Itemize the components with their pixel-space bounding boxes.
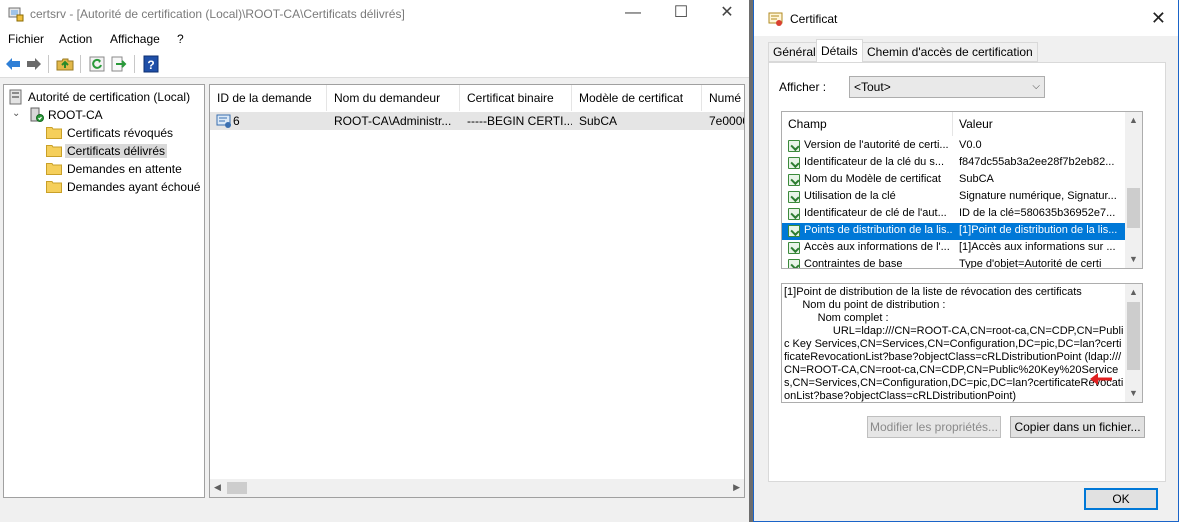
red-arrow-annotation [1090,373,1112,385]
certificate-dialog: Certificat ✕ Général Détails Chemin d'ac… [753,0,1179,522]
cell-serial: 7e0000 [709,114,744,128]
list-item-selected[interactable]: Points de distribution de la lis... [1]Po… [782,223,1126,240]
back-arrow-icon[interactable] [4,55,22,73]
certificate-field-icon [788,174,800,186]
export-list-icon[interactable] [110,55,128,73]
up-folder-icon[interactable] [56,55,74,73]
certificate-field-icon [788,225,800,237]
certificate-field-icon [788,191,800,203]
value-vertical-scrollbar[interactable]: ▲ ▼ [1125,284,1142,402]
column-header-value[interactable]: Valeur [953,112,1126,136]
list-item[interactable]: Contraintes de base Type d'objet=Autorité… [782,257,1126,268]
column-header-binary-cert[interactable]: Certificat binaire [460,85,572,111]
window-title: certsrv - [Autorité de certification (Lo… [30,7,405,21]
toolbar-separator [80,55,81,73]
ca-console-icon [9,89,22,105]
list-item[interactable]: Accès aux informations de l'... [1]Accès … [782,240,1126,257]
console-tree: Autorité de certification (Local) ⌄ ROOT… [3,84,205,498]
certificate-field-icon [788,157,800,169]
column-header-field[interactable]: Champ [782,112,953,136]
column-header-serial[interactable]: Numé [702,85,744,111]
value-text: [1]Point de distribution de la liste de … [784,286,1124,402]
cell-request-id: 6 [233,114,240,128]
certificate-field-icon [788,208,800,220]
scroll-up-icon[interactable]: ▲ [1125,284,1142,301]
tree-item-label: Demandes ayant échoué [67,180,201,194]
menu-action[interactable]: Action [59,32,92,46]
tree-item-label: Certificats révoqués [67,126,174,140]
toolbar-separator [48,55,49,73]
ok-button[interactable]: OK [1084,488,1158,510]
scroll-down-icon[interactable]: ▼ [1125,251,1142,268]
tab-details[interactable]: Détails [816,39,863,63]
menu-bar: Fichier Action Affichage ? [0,28,749,50]
list-item[interactable]: Nom du Modèle de certificat SubCA [782,172,1126,189]
folder-icon [46,181,62,193]
refresh-icon[interactable] [88,55,106,73]
horizontal-scrollbar[interactable]: ◀ ▶ [210,479,744,497]
maximize-button[interactable]: ☐ [658,0,704,28]
toolbar: ? [0,50,749,78]
tab-certification-path[interactable]: Chemin d'accès de certification [862,42,1038,62]
tree-item-label: Certificats délivrés [65,144,168,158]
forward-arrow-icon[interactable] [25,55,43,73]
tab-general[interactable]: Général [768,42,821,62]
certificate-icon [768,12,783,26]
scrollbar-thumb[interactable] [1127,302,1140,370]
certsrv-window: certsrv - [Autorité de certification (Lo… [0,0,749,522]
fields-list: Champ Valeur Version de l'autorité de ce… [781,111,1143,269]
certificate-list: ID de la demande Nom du demandeur Certif… [209,84,745,498]
minimize-button[interactable]: — [610,0,656,28]
cell-binary-cert: -----BEGIN CERTI... [467,114,572,128]
scrollbar-thumb[interactable] [1127,188,1140,228]
help-icon[interactable]: ? [142,55,160,73]
menu-affichage[interactable]: Affichage [110,32,160,46]
details-panel: Afficher : <Tout> ⌵ Champ Valeur Version… [768,62,1166,482]
ca-server-icon [30,107,44,122]
folder-icon [46,145,62,157]
scroll-up-icon[interactable]: ▲ [1125,112,1142,129]
show-select-value: <Tout> [854,80,891,94]
menu-help[interactable]: ? [177,32,184,46]
list-item[interactable]: Identificateur de clé de l'aut... ID de l… [782,206,1126,223]
svg-text:?: ? [147,58,154,72]
cell-template: SubCA [579,114,618,128]
cell-requester: ROOT-CA\Administr... [334,114,452,128]
certsrv-app-icon [8,7,24,22]
certificate-field-icon [788,242,800,254]
menu-fichier[interactable]: Fichier [8,32,44,46]
list-item[interactable]: Version de l'autorité de certi... V0.0 [782,138,1126,155]
column-header-requester[interactable]: Nom du demandeur [327,85,460,111]
folder-icon [46,163,62,175]
show-label: Afficher : [779,80,827,94]
close-icon[interactable]: ✕ [1151,8,1166,29]
tree-item-label: Demandes en attente [67,162,182,176]
tree-root-label: Autorité de certification (Local) [28,90,191,104]
title-bar: certsrv - [Autorité de certification (Lo… [0,0,749,28]
scroll-down-icon[interactable]: ▼ [1125,385,1142,402]
scroll-left-icon[interactable]: ◀ [214,482,221,493]
show-select[interactable]: <Tout> ⌵ [849,76,1045,98]
close-button[interactable]: ✕ [704,0,750,28]
expand-chevron-icon[interactable]: ⌄ [12,108,20,119]
scroll-right-icon[interactable]: ▶ [733,482,740,493]
scrollbar-thumb[interactable] [227,482,247,494]
folder-icon [46,127,62,139]
toolbar-separator [134,55,135,73]
dialog-title-bar: Certificat ✕ [754,0,1178,36]
value-textbox[interactable]: [1]Point de distribution de la liste de … [781,283,1143,403]
column-header-request-id[interactable]: ID de la demande [210,85,327,111]
edit-properties-button[interactable]: Modifier les propriétés... [867,416,1001,438]
certificate-field-icon [788,259,800,268]
list-item[interactable]: Utilisation de la clé Signature numérique… [782,189,1126,206]
list-item[interactable]: Identificateur de la clé du s... f847dc55… [782,155,1126,172]
certificate-field-icon [788,140,800,152]
dialog-title: Certificat [790,12,838,26]
column-header-template[interactable]: Modèle de certificat [572,85,702,111]
chevron-down-icon: ⌵ [1032,81,1040,92]
tree-item-label: ROOT-CA [48,108,103,122]
fields-vertical-scrollbar[interactable]: ▲ ▼ [1125,112,1142,268]
copy-to-file-button[interactable]: Copier dans un fichier... [1010,416,1145,438]
